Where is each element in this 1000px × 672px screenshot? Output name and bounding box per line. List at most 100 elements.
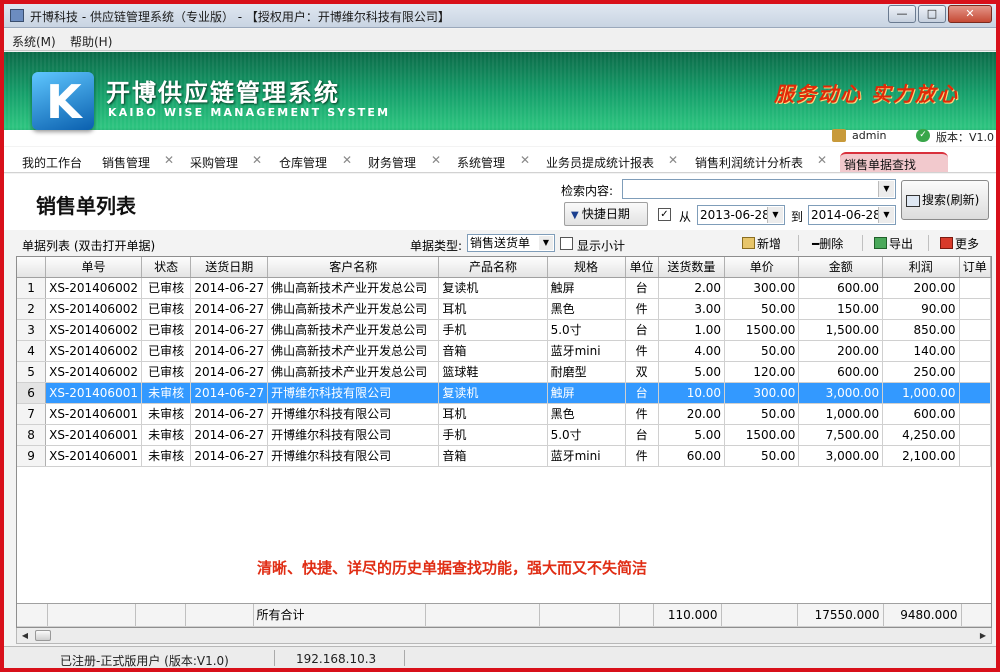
quick-date-button[interactable]: ▼ 快捷日期 [564, 202, 648, 226]
customer-name-cell: 佛山高新技术产业开发总公司 [267, 277, 440, 299]
amount-cell: 150.00 [798, 298, 884, 320]
totals-cell [135, 604, 186, 627]
chevron-down-icon[interactable]: ▼ [767, 207, 783, 223]
doc-type-select[interactable]: 销售送货单 ▼ [467, 234, 555, 252]
column-header[interactable]: 客户名称 [267, 257, 440, 278]
maximize-button[interactable]: □ [918, 5, 946, 23]
app-window: 开博科技 - 供应链管理系统（专业版） - 【授权用户：开博维尔科技有限公司】 … [0, 0, 1000, 672]
tab-commission-report[interactable]: 业务员提成统计报表 [542, 152, 658, 172]
horizontal-scrollbar[interactable]: ◀ ▶ [16, 628, 992, 644]
table-row[interactable]: 2 XS-201406002 已审核 2014-06-27 佛山高新技术产业开发总公司耳… [17, 298, 991, 320]
product-name-cell: 耳机 [438, 403, 548, 425]
version-label: 版本：V1.0 [936, 131, 995, 144]
ip-address: 192.168.10.3 [296, 652, 377, 666]
unit-cell: 件 [625, 298, 659, 320]
column-header[interactable]: 状态 [141, 257, 192, 278]
more-button[interactable]: 更多 [940, 235, 979, 252]
menu-bar: 系统(M) 帮助(H) [4, 29, 996, 51]
scroll-left-icon[interactable]: ◀ [18, 629, 32, 642]
column-header[interactable]: 订单 [959, 257, 991, 278]
product-name-cell: 篮球鞋 [438, 361, 548, 383]
scroll-thumb[interactable] [35, 630, 51, 641]
chevron-down-icon[interactable]: ▼ [878, 207, 894, 223]
search-refresh-button[interactable]: 搜索(刷新) [901, 180, 989, 220]
table-row[interactable]: 6 XS-201406001 未审核 2014-06-27 开博维尔科技有限公司 复读机触… [17, 382, 991, 404]
tab-warehouse[interactable]: 仓库管理 [275, 152, 331, 172]
scroll-right-icon[interactable]: ▶ [976, 629, 990, 642]
doc-number-cell: XS-201406002 [45, 277, 142, 299]
tab-purchase[interactable]: 采购管理 [186, 152, 242, 172]
subtotal-checkbox[interactable] [560, 237, 573, 250]
table-row[interactable]: 4 XS-201406002 已审核 2014-06-27 佛山高新技术产业开发总公司音… [17, 340, 991, 362]
tab-system[interactable]: 系统管理 [453, 152, 509, 172]
divider [798, 235, 799, 251]
column-header[interactable]: 单号 [45, 257, 142, 278]
spec-cell: 黑色 [547, 403, 626, 425]
quantity-cell: 5.00 [658, 361, 726, 383]
table-row[interactable]: 5 XS-201406002 已审核 2014-06-27 佛山高新技术产业开发总公司篮… [17, 361, 991, 383]
unit-cell: 台 [625, 424, 659, 446]
tab-close-icon[interactable]: ✕ [431, 153, 441, 167]
unit-cell: 件 [625, 340, 659, 362]
column-header[interactable]: 规格 [547, 257, 626, 278]
delivery-date-cell: 2014-06-27 [190, 319, 269, 341]
tab-sales-doc-search[interactable]: 销售单据查找 [840, 152, 948, 172]
to-label: 到 [791, 210, 804, 224]
profit-cell: 850.00 [882, 319, 960, 341]
tab-sales[interactable]: 销售管理 [98, 152, 154, 172]
menu-system[interactable]: 系统(M) [12, 33, 56, 50]
profit-cell: 90.00 [882, 298, 960, 320]
tab-close-icon[interactable]: ✕ [520, 153, 530, 167]
tab-close-icon[interactable]: ✕ [164, 153, 174, 167]
tab-profit-analysis[interactable]: 销售利润统计分析表 [691, 152, 807, 172]
close-button[interactable]: ✕ [948, 5, 992, 23]
column-header[interactable]: 送货日期 [190, 257, 269, 278]
column-header[interactable]: 利润 [882, 257, 960, 278]
search-input[interactable]: ▼ [622, 179, 896, 199]
date-from-picker[interactable]: 2013-06-28 ▼ [697, 205, 785, 225]
delete-button[interactable]: ━删除 [812, 235, 843, 252]
column-header[interactable] [17, 257, 47, 278]
tab-close-icon[interactable]: ✕ [668, 153, 678, 167]
profit-cell: 2,100.00 [882, 445, 960, 467]
spec-cell: 蓝牙mini [547, 445, 626, 467]
amount-cell: 7,500.00 [798, 424, 884, 446]
delivery-date-cell: 2014-06-27 [190, 424, 269, 446]
user-name: admin [852, 129, 887, 142]
new-button[interactable]: 新增 [742, 235, 781, 252]
column-header[interactable]: 金额 [798, 257, 884, 278]
tab-close-icon[interactable]: ✕ [342, 153, 352, 167]
date-filter-checkbox[interactable]: ✓ [658, 208, 671, 221]
totals-cell [961, 604, 991, 627]
table-row[interactable]: 1 XS-201406002 已审核 2014-06-27 佛山高新技术产业开发总公司复… [17, 277, 991, 299]
tab-close-icon[interactable]: ✕ [252, 153, 262, 167]
chevron-down-icon[interactable]: ▼ [878, 181, 894, 197]
user-bar: admin ✓ 版本：V1.0 [4, 128, 996, 146]
column-header[interactable]: 送货数量 [658, 257, 726, 278]
table-row[interactable]: 3 XS-201406002 已审核 2014-06-27 佛山高新技术产业开发总公司手… [17, 319, 991, 341]
table-row[interactable]: 8 XS-201406001 未审核 2014-06-27 开博维尔科技有限公司 手机 5.… [17, 424, 991, 446]
row-number-cell: 9 [17, 445, 47, 467]
table-row[interactable]: 7 XS-201406001 未审核 2014-06-27 开博维尔科技有限公司 耳机 黑色… [17, 403, 991, 425]
export-button[interactable]: 导出 [874, 235, 913, 252]
unit-price-cell: 1500.00 [724, 319, 800, 341]
table-row[interactable]: 9 XS-201406001 未审核 2014-06-27 开博维尔科技有限公司 音箱 蓝牙… [17, 445, 991, 467]
quantity-cell: 1.00 [658, 319, 726, 341]
quantity-cell: 2.00 [658, 277, 726, 299]
menu-help[interactable]: 帮助(H) [70, 33, 112, 50]
column-header[interactable]: 产品名称 [438, 257, 548, 278]
sales-doc-grid: 单号 状态 送货日期 客户名称 产品名称 规格 单位 送货数量 单价 金额 利润 订单 1 XS-201… [16, 256, 992, 628]
tab-workbench[interactable]: 我的工作台 [18, 152, 86, 172]
tab-close-icon[interactable]: ✕ [817, 153, 827, 167]
column-header[interactable]: 单价 [724, 257, 800, 278]
doc-type-value: 销售送货单 [470, 236, 531, 250]
minimize-button[interactable]: — [888, 5, 916, 23]
tab-finance[interactable]: 财务管理 [364, 152, 420, 172]
date-to-picker[interactable]: 2014-06-28 ▼ [808, 205, 896, 225]
divider [862, 235, 863, 251]
quantity-cell: 5.00 [658, 424, 726, 446]
column-header[interactable]: 单位 [625, 257, 659, 278]
chevron-down-icon[interactable]: ▼ [539, 236, 553, 250]
brand-name-english: KAIBO WISE MANAGEMENT SYSTEM [108, 106, 391, 119]
search-panel: 销售单列表 检索内容: ▼ ▼ 快捷日期 ✓ 从 2013-06-28 ▼ 到 2… [4, 174, 996, 230]
